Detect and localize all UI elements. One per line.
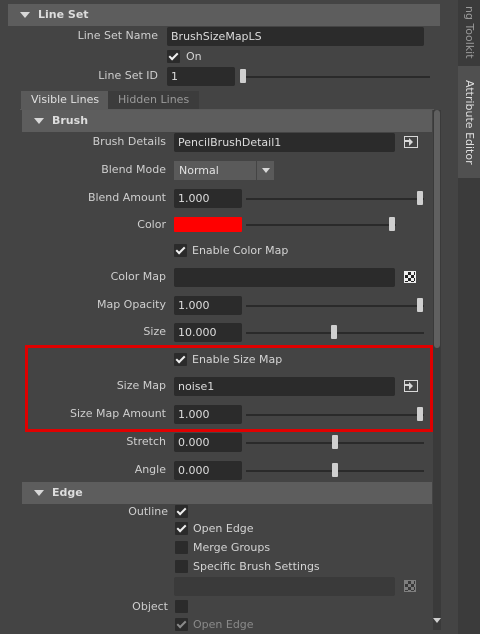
object-label: Object	[132, 600, 168, 613]
checker-texture-icon[interactable]	[404, 271, 416, 283]
map-connection-icon[interactable]	[404, 136, 418, 148]
blend-amount-label: Blend Amount	[87, 191, 166, 204]
merge-groups-checkbox[interactable]	[175, 541, 188, 554]
brush-details-label: Brush Details	[92, 135, 166, 148]
line-set-id-label: Line Set ID	[98, 69, 158, 82]
object-checkbox[interactable]	[175, 600, 188, 613]
specific-brush-field	[174, 577, 395, 596]
blend-amount-field[interactable]: 1.000	[174, 189, 242, 208]
color-label: Color	[137, 218, 166, 231]
blend-amount-slider-track[interactable]	[246, 198, 424, 200]
enable-color-map-label: Enable Color Map	[192, 244, 289, 257]
scroll-down-arrow-icon[interactable]	[433, 618, 441, 623]
line-set-id-field[interactable]: 1	[167, 67, 235, 86]
line-set-title: Line Set	[38, 8, 89, 21]
brush-details-field[interactable]: PencilBrushDetail1	[174, 133, 395, 152]
specific-brush-settings-checkbox[interactable]	[175, 560, 188, 573]
tab-hidden-lines[interactable]: Hidden Lines	[108, 91, 200, 109]
open-edge-checkbox[interactable]	[175, 522, 188, 535]
inner-scrollbar-thumb[interactable]	[434, 110, 440, 348]
collapse-arrow-icon	[34, 490, 44, 496]
on-checkbox[interactable]	[167, 50, 180, 63]
object-open-edge-label: Open Edge	[193, 618, 254, 631]
angle-slider-handle[interactable]	[332, 463, 338, 477]
size-slider-handle[interactable]	[331, 325, 337, 339]
size-field[interactable]: 10.000	[174, 323, 242, 342]
map-opacity-field[interactable]: 1.000	[174, 296, 242, 315]
outline-label: Outline	[128, 505, 168, 518]
merge-groups-label: Merge Groups	[193, 541, 271, 554]
edge-frame-header[interactable]: Edge	[22, 482, 432, 504]
highlight-box	[25, 345, 433, 432]
brush-title: Brush	[52, 114, 89, 127]
map-opacity-slider-handle[interactable]	[417, 298, 423, 312]
angle-label: Angle	[134, 463, 166, 476]
tab-visible-lines[interactable]: Visible Lines	[21, 91, 110, 109]
line-set-name-field[interactable]: BrushSizeMapLS	[167, 27, 424, 46]
map-opacity-slider-track[interactable]	[246, 305, 424, 307]
line-set-name-label: Line Set Name	[77, 29, 158, 42]
collapse-arrow-icon	[34, 118, 44, 124]
color-swatch[interactable]	[174, 217, 242, 232]
size-label: Size	[143, 325, 166, 338]
on-label: On	[186, 50, 202, 63]
color-map-label: Color Map	[110, 270, 166, 283]
stretch-slider-handle[interactable]	[332, 435, 338, 449]
enable-color-map-checkbox[interactable]	[174, 244, 187, 257]
specific-brush-settings-label: Specific Brush Settings	[193, 560, 320, 573]
collapse-arrow-icon	[20, 12, 30, 18]
map-opacity-label: Map Opacity	[96, 298, 166, 311]
outline-checkbox[interactable]	[175, 505, 188, 518]
color-slider-handle[interactable]	[389, 217, 395, 231]
brush-frame-header[interactable]: Brush	[22, 110, 432, 132]
angle-field[interactable]: 0.000	[174, 461, 242, 480]
blend-mode-label: Blend Mode	[101, 163, 166, 176]
blend-mode-dropdown[interactable]: Normal	[174, 161, 256, 180]
color-slider-track[interactable]	[246, 224, 396, 226]
chevron-down-icon[interactable]	[256, 161, 274, 180]
tab-toolkit[interactable]: ng Toolkit	[458, 0, 480, 64]
color-map-field[interactable]	[174, 268, 395, 287]
object-open-edge-checkbox	[175, 618, 188, 631]
tab-attribute-editor[interactable]: Attribute Editor	[458, 66, 480, 178]
stretch-label: Stretch	[126, 435, 166, 448]
open-edge-label: Open Edge	[193, 522, 254, 535]
line-set-frame-header[interactable]: Line Set	[8, 4, 440, 26]
edge-title: Edge	[52, 486, 83, 499]
line-set-id-slider-track[interactable]	[242, 76, 430, 78]
attribute-panel: Line Set Line Set Name BrushSizeMapLS On…	[0, 0, 452, 634]
blend-amount-slider-handle[interactable]	[417, 191, 423, 205]
stretch-field[interactable]: 0.000	[174, 433, 242, 452]
line-set-id-slider-handle[interactable]	[240, 69, 246, 83]
checker-texture-icon	[404, 580, 416, 592]
